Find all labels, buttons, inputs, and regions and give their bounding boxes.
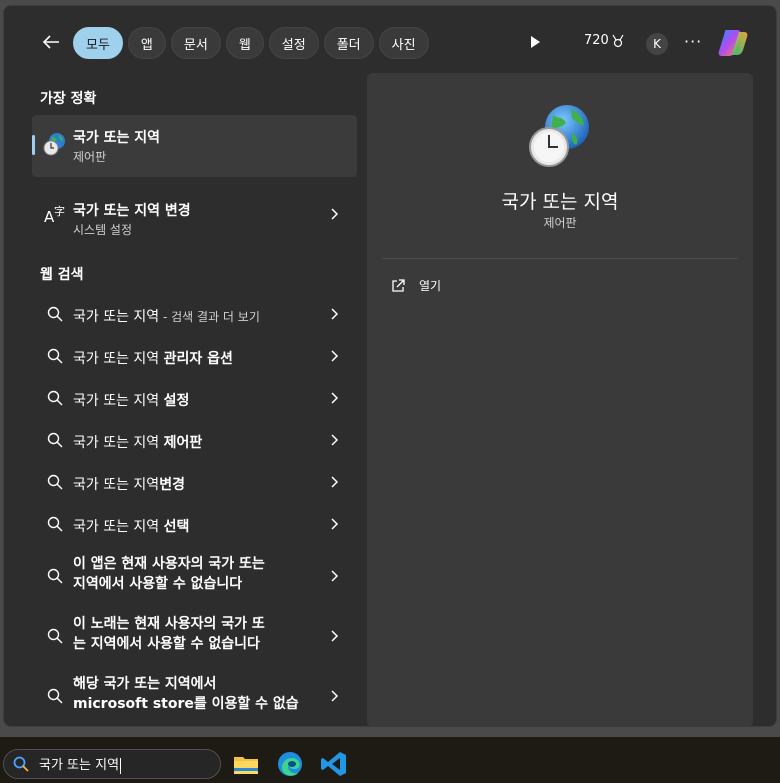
back-button[interactable]: [38, 29, 64, 55]
selection-indicator: [32, 135, 35, 155]
web-search-item[interactable]: 국가 또는 지역 관리자 옵션: [32, 336, 357, 376]
start-search-panel: 모두 앱 문서 웹 설정 폴더 사진 720 K ··· 가장 정확 국가 또는…: [3, 5, 777, 727]
web-search-text: 국가 또는 지역 관리자 옵션: [73, 351, 233, 367]
second-result-title: 국가 또는 지역 변경: [73, 203, 191, 219]
web-search-text: 해당 국가 또는 지역에서 microsoft store를 이용할 수 없습: [73, 676, 299, 712]
search-icon: [47, 390, 63, 406]
file-explorer-icon[interactable]: [232, 750, 260, 778]
second-result-subtitle: 시스템 설정: [73, 223, 133, 237]
taskbar-search-box[interactable]: 국가 또는 지역: [3, 749, 221, 779]
search-topbar: 모두 앱 문서 웹 설정 폴더 사진 720 K ···: [4, 6, 776, 74]
open-external-icon: [392, 278, 405, 292]
svg-text:字: 字: [54, 204, 65, 218]
web-search-item[interactable]: 국가 또는 지역 선택: [32, 504, 357, 544]
search-icon: [47, 432, 63, 448]
open-button[interactable]: 열기: [391, 277, 441, 294]
results-column: 가장 정확 국가 또는 지역 제어판 A 字 국가 또는 지역 변경 시스템 설…: [4, 74, 366, 726]
web-search-text: 이 앱은 현재 사용자의 국가 또는 지역에서 사용할 수 없습니다: [73, 556, 265, 592]
web-search-item[interactable]: 국가 또는 지역 - 검색 결과 더 보기: [32, 294, 357, 334]
avatar[interactable]: K: [646, 33, 668, 55]
search-icon: [47, 348, 63, 364]
chevron-right-icon: [331, 350, 339, 362]
filter-chip-documents[interactable]: 문서: [170, 27, 221, 59]
globe-clock-icon: [529, 105, 589, 167]
best-match-title: 국가 또는 지역: [73, 130, 161, 146]
chevron-right-icon: [331, 434, 339, 446]
web-search-heading: 웹 검색: [40, 267, 84, 283]
open-label: 열기: [419, 279, 442, 293]
detail-title: 국가 또는 지역: [501, 191, 619, 213]
taskbar-search-input[interactable]: 국가 또는 지역: [39, 754, 122, 774]
search-icon: [47, 568, 63, 584]
filter-chip-folders[interactable]: 폴더: [323, 27, 374, 59]
taskbar: 국가 또는 지역: [0, 737, 780, 783]
best-match-heading: 가장 정확: [40, 91, 97, 107]
arrow-left-icon: [42, 35, 59, 49]
filter-chip-settings[interactable]: 설정: [268, 27, 319, 59]
chevron-right-icon: [331, 392, 339, 404]
search-icon: [13, 756, 29, 772]
vscode-icon[interactable]: [320, 750, 348, 778]
search-icon: [47, 306, 63, 322]
web-search-item[interactable]: 국가 또는 지역 설정: [32, 378, 357, 418]
best-match-subtitle: 제어판: [73, 150, 107, 164]
detail-subtitle: 제어판: [543, 216, 577, 230]
web-search-item[interactable]: 이 노래는 현재 사용자의 국가 또는 지역에서 사용할 수 없습니다: [32, 608, 357, 664]
search-icon: [47, 516, 63, 532]
search-icon: [47, 688, 63, 704]
detail-pane: 국가 또는 지역 제어판 열기: [367, 73, 753, 726]
play-icon[interactable]: [528, 34, 542, 50]
web-search-text: 국가 또는 지역 선택: [73, 519, 190, 535]
web-search-item[interactable]: 국가 또는 지역변경: [32, 462, 357, 502]
copilot-icon[interactable]: [717, 28, 749, 58]
web-search-text: 국가 또는 지역 설정: [73, 393, 190, 409]
search-icon: [47, 628, 63, 644]
filter-chip-web[interactable]: 웹: [225, 27, 264, 59]
filter-chip-photos[interactable]: 사진: [378, 27, 429, 59]
rewards-points[interactable]: 720: [584, 33, 624, 48]
filter-chip-apps[interactable]: 앱: [127, 27, 166, 59]
edge-icon[interactable]: [276, 750, 304, 778]
globe-clock-icon: [43, 133, 65, 156]
chevron-right-icon: [331, 690, 339, 702]
filter-chip-all[interactable]: 모두: [73, 27, 123, 59]
language-icon: A 字: [44, 204, 65, 226]
more-options-button[interactable]: ···: [684, 34, 702, 50]
chevron-right-icon: [331, 518, 339, 530]
best-match-result[interactable]: 국가 또는 지역 제어판: [32, 115, 357, 177]
filter-chips: 모두 앱 문서 웹 설정 폴더 사진: [73, 27, 429, 59]
web-search-text: 국가 또는 지역 - 검색 결과 더 보기: [73, 309, 260, 325]
chevron-right-icon: [331, 476, 339, 488]
web-search-text: 이 노래는 현재 사용자의 국가 또는 지역에서 사용할 수 없습니다: [73, 616, 265, 652]
result-change-region[interactable]: A 字 국가 또는 지역 변경 시스템 설정: [32, 184, 357, 244]
chevron-right-icon: [331, 630, 339, 642]
web-search-item[interactable]: 국가 또는 지역 제어판: [32, 420, 357, 460]
divider: [383, 258, 737, 259]
search-icon: [47, 474, 63, 490]
web-search-text: 국가 또는 지역변경: [73, 477, 185, 493]
medal-icon: [612, 34, 624, 47]
chevron-right-icon: [331, 308, 339, 320]
points-value: 720: [584, 33, 609, 48]
chevron-right-icon: [331, 570, 339, 582]
chevron-right-icon: [331, 208, 339, 220]
web-search-item[interactable]: 이 앱은 현재 사용자의 국가 또는 지역에서 사용할 수 없습니다: [32, 548, 357, 604]
web-search-text: 국가 또는 지역 제어판: [73, 435, 203, 451]
web-search-item[interactable]: 해당 국가 또는 지역에서 microsoft store를 이용할 수 없습: [32, 668, 357, 724]
